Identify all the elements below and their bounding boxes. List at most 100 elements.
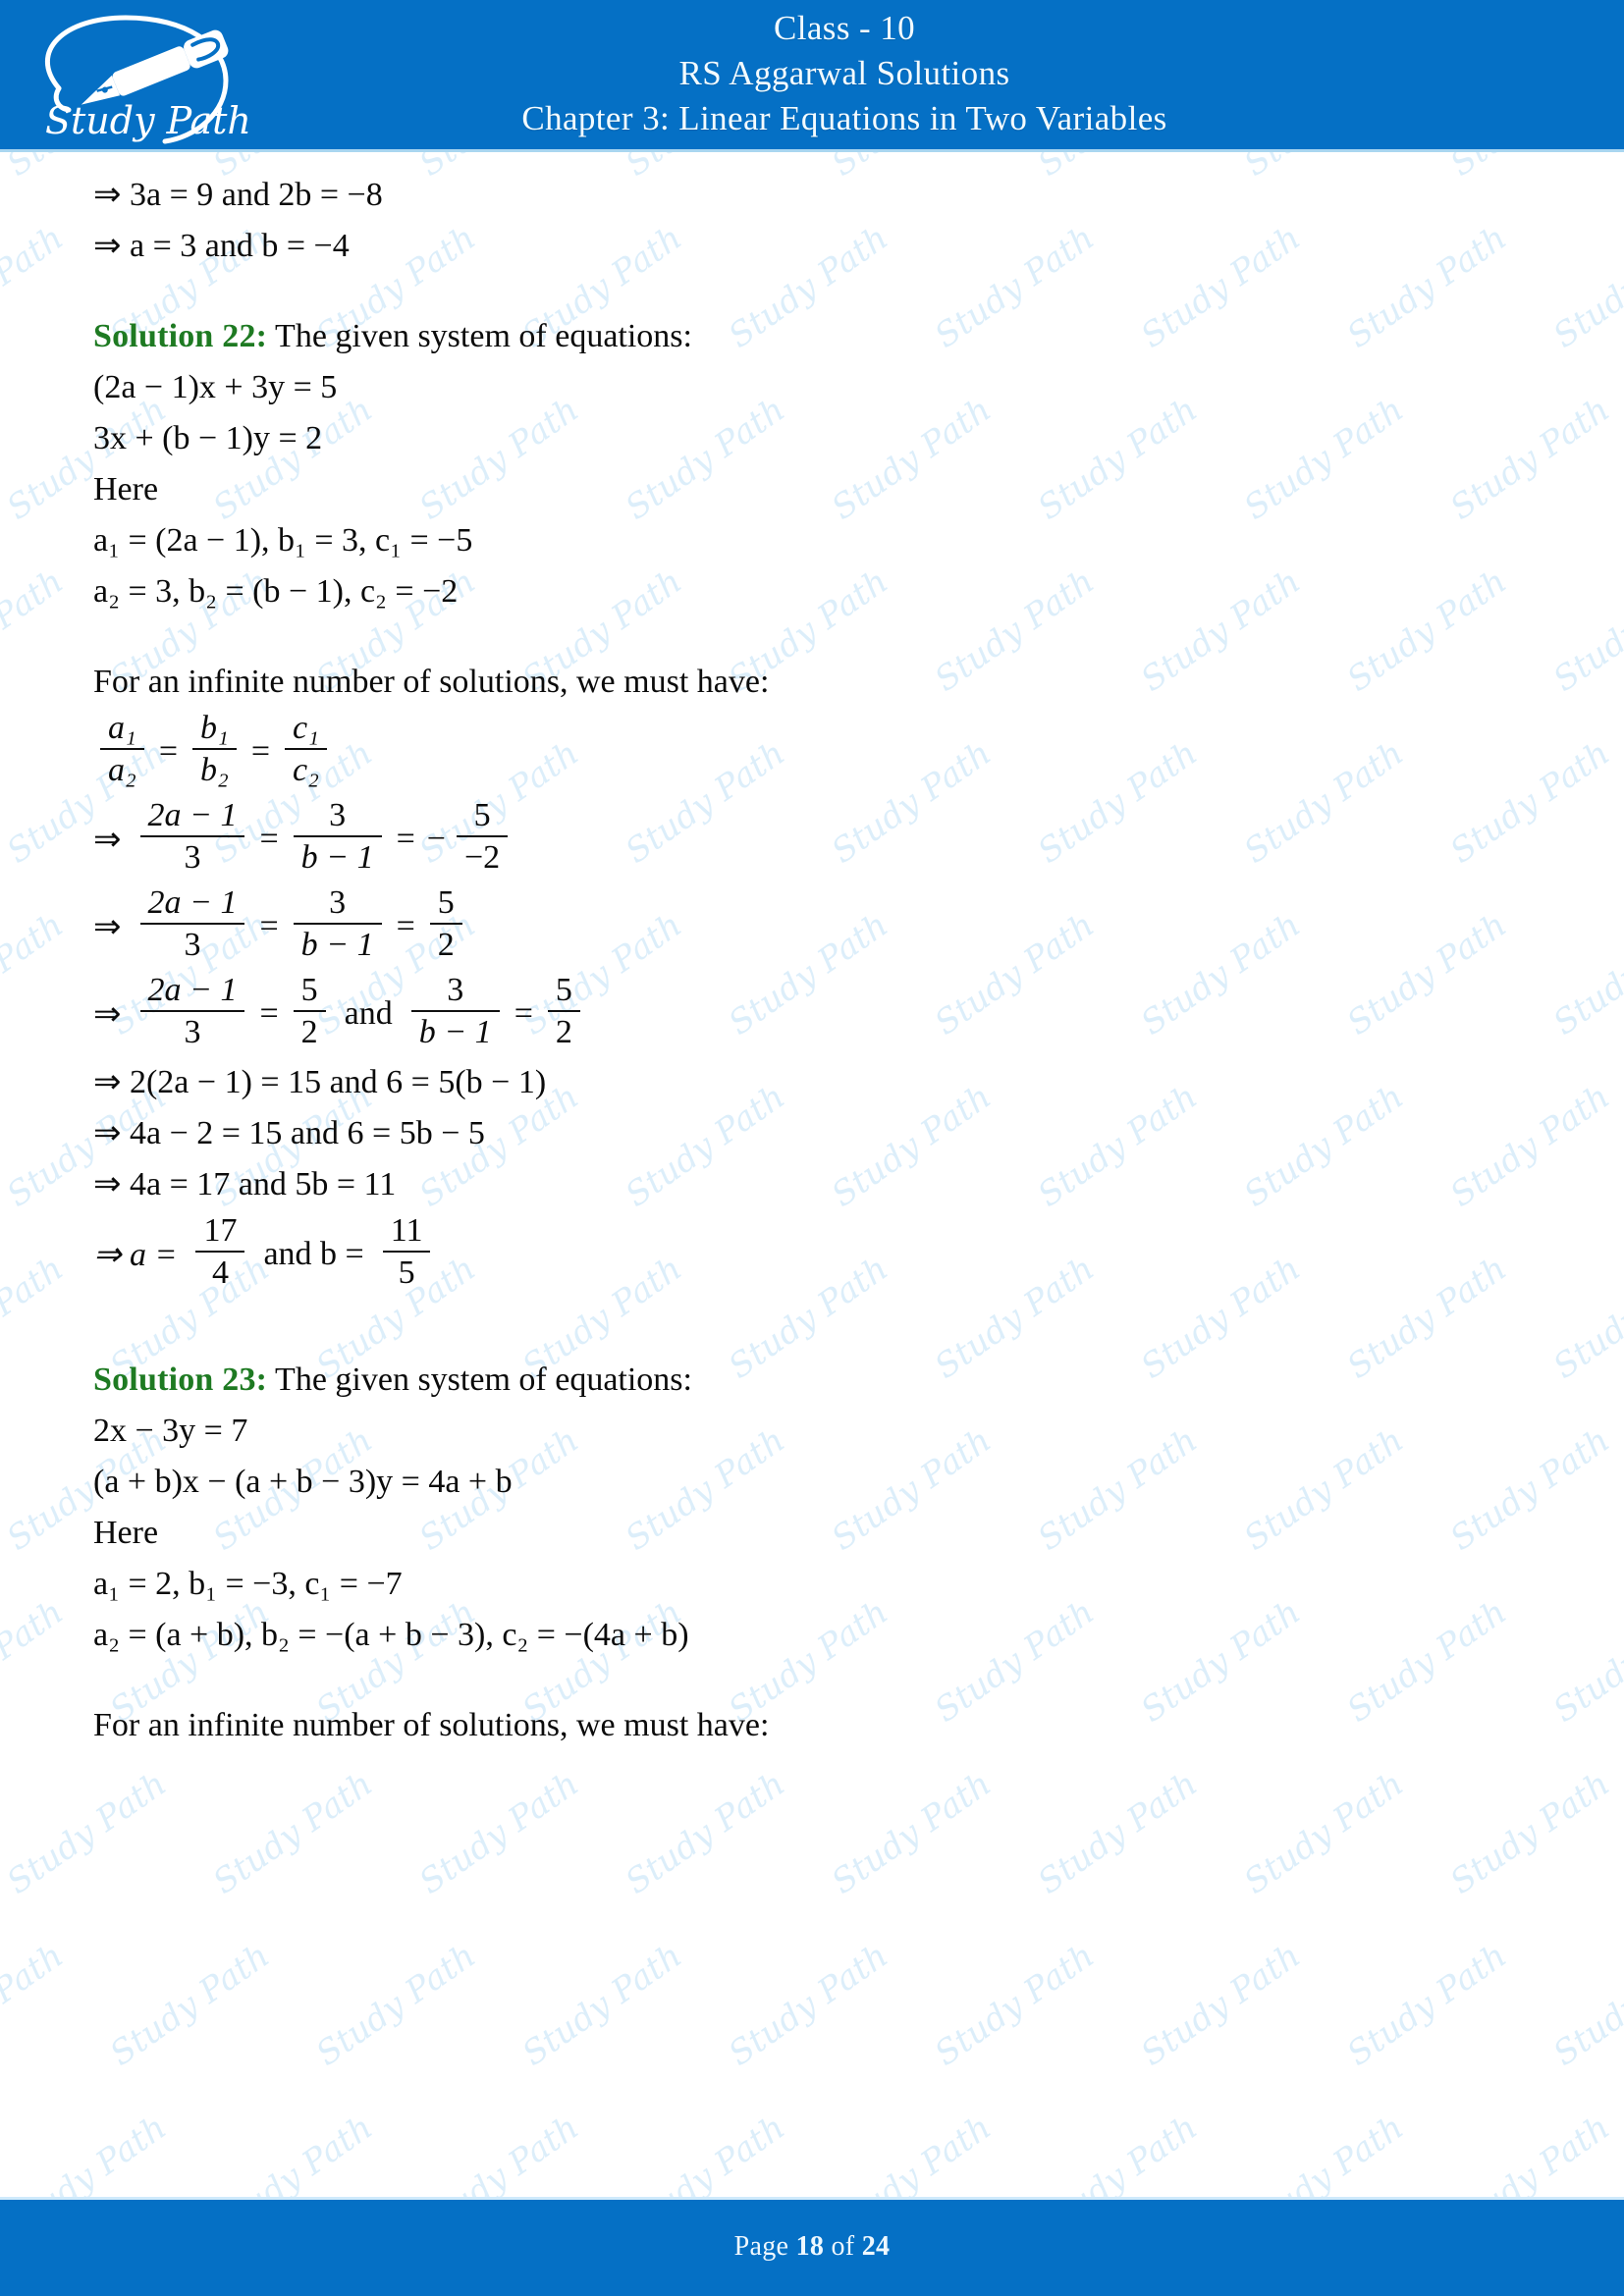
solution-22-ratio: a₁ a₂ = b₁ b₂ = c₁ c₂	[93, 708, 1531, 795]
equals-sign: =	[259, 994, 279, 1032]
header-line-chapter: Chapter 3: Linear Equations in Two Varia…	[521, 99, 1167, 138]
equals-sign: =	[158, 732, 179, 770]
equals-sign: =	[396, 907, 415, 944]
solution-22-step-4: ⇒ 2(2a − 1) = 15 and 6 = 5(b − 1)	[93, 1064, 547, 1100]
equals-sign: =	[514, 994, 533, 1032]
watermark-text: Study Path	[928, 1936, 1102, 2074]
watermark-text: Study Path	[0, 1936, 71, 2073]
fraction: 5 −2	[456, 799, 509, 875]
watermark-text: Study Path	[1340, 1936, 1514, 2074]
fraction: 3 b − 1	[410, 974, 500, 1049]
solution-23-coeff-2: a₂ = (a + b), b₂ = −(a + b − 3), c₂ = −(…	[93, 1617, 689, 1653]
fraction: 17 4	[195, 1214, 245, 1290]
equals-sign: =	[259, 907, 279, 944]
solution-23-coeff-1: a₁ = 2, b₁ = −3, c₁ = −7	[93, 1566, 403, 1602]
watermark-text: Study Path	[1031, 2108, 1205, 2197]
watermark-text: Study Path	[825, 1764, 999, 1902]
fraction: 2a − 1 3	[139, 799, 245, 875]
watermark-text: Study Path	[722, 1936, 895, 2074]
header-title-group: Class - 10 RS Aggarwal Solutions Chapter…	[412, 6, 1276, 142]
implies-arrow: ⇒	[93, 821, 122, 858]
solution-22-here: Here	[93, 471, 159, 507]
solution-23-label: Solution 23:	[93, 1362, 268, 1398]
conjunction: and	[344, 994, 393, 1032]
document-body: ⇒ 3a = 9 and 2b = −8 ⇒ a = 3 and b = −4 …	[0, 152, 1624, 1751]
fraction: 5 2	[293, 974, 326, 1049]
fraction: 5 2	[547, 974, 580, 1049]
fraction: b₁ b₂	[192, 712, 237, 787]
fraction: 3 b − 1	[293, 799, 382, 875]
fraction: a₁ a₂	[100, 712, 144, 787]
page-current: 18	[795, 2231, 825, 2262]
fraction: 5 2	[429, 886, 462, 962]
header-line-class: Class - 10	[774, 9, 915, 47]
study-path-logo: Study Path	[18, 4, 263, 149]
page-middle: of	[824, 2231, 862, 2262]
solution-23-intro: The given system of equations:	[267, 1362, 692, 1398]
watermark-text: Study Path	[1134, 1936, 1308, 2074]
watermark-text: Study Path	[0, 2108, 174, 2197]
page-footer: Page 18 of 24	[0, 2197, 1624, 2296]
watermark-text: Study Path	[515, 1936, 689, 2074]
solution-22-step-5: ⇒ 4a − 2 = 15 and 6 = 5b − 5	[93, 1115, 485, 1151]
solution-22-condition: For an infinite number of solutions, we …	[93, 664, 770, 700]
solution-22-step-3: ⇒ 2a − 1 3 = 5 2 and 3 b − 1 = 5 2	[93, 970, 1531, 1057]
conjunction: and b =	[263, 1235, 364, 1272]
fraction: 2a − 1 3	[139, 886, 245, 962]
watermark-text: Study Path	[1443, 1764, 1617, 1902]
solution-22-step-1: ⇒ 2a − 1 3 = 3 b − 1 = − 5 −2	[93, 795, 1531, 882]
watermark-text: Study Path	[825, 2108, 999, 2197]
step-line: ⇒ a = 3 and b = −4	[93, 228, 350, 264]
equals-sign: =	[259, 820, 279, 857]
step-line: ⇒ 3a = 9 and 2b = −8	[93, 177, 383, 213]
page-total: 24	[861, 2231, 891, 2262]
header-line-book: RS Aggarwal Solutions	[678, 54, 1010, 93]
solution-22-final-answer: ⇒ a = 17 4 and b = 11 5	[93, 1210, 1531, 1298]
solution-23-here: Here	[93, 1515, 159, 1551]
watermark-text: Study Path	[619, 1764, 792, 1902]
implies-arrow-with-variable: ⇒ a =	[93, 1236, 178, 1273]
watermark-text: Study Path	[206, 2108, 380, 2197]
solution-22-intro: The given system of equations:	[267, 318, 692, 354]
fraction: 11 5	[382, 1214, 431, 1290]
solution-23-condition: For an infinite number of solutions, we …	[93, 1707, 770, 1743]
solution-22-label: Solution 22:	[93, 318, 268, 354]
fraction: 3 b − 1	[293, 886, 382, 962]
solution-22-heading: Solution 22: The given system of equatio…	[93, 311, 1531, 362]
watermark-text: Study Path	[103, 1936, 277, 2074]
watermark-text: Study Path	[412, 2108, 586, 2197]
implies-arrow: ⇒	[93, 995, 122, 1033]
watermark-text: Study Path	[206, 1764, 380, 1902]
watermark-text: Study Path	[309, 1936, 483, 2074]
fraction: c₁ c₂	[285, 712, 327, 787]
solution-23-heading: Solution 23: The given system of equatio…	[93, 1355, 1531, 1406]
logo-text: Study Path	[45, 99, 251, 142]
solution-22-step-2: ⇒ 2a − 1 3 = 3 b − 1 = 5 2	[93, 882, 1531, 970]
watermark-text: Study Path	[1031, 1764, 1205, 1902]
solution-23-equation-2: (a + b)x − (a + b − 3)y = 4a + b	[93, 1464, 513, 1500]
solution-22-step-6: ⇒ 4a = 17 and 5b = 11	[93, 1166, 397, 1202]
page-header: Study Path Class - 10 RS Aggarwal Soluti…	[0, 0, 1624, 152]
equals-sign: =	[250, 732, 271, 770]
solution-22-coeff-2: a₂ = 3, b₂ = (b − 1), c₂ = −2	[93, 573, 459, 610]
equals-sign: =	[396, 820, 415, 857]
watermark-text: Study Path	[1546, 1936, 1624, 2074]
solution-22-equation-2: 3x + (b − 1)y = 2	[93, 420, 323, 456]
watermark-text: Study Path	[0, 1764, 174, 1902]
page-prefix: Page	[733, 2231, 796, 2262]
watermark-text: Study Path	[412, 1764, 586, 1902]
minus-sign: −	[426, 820, 446, 857]
page-number: Page 18 of 24	[0, 2231, 1624, 2263]
watermark-text: Study Path	[1237, 1764, 1411, 1902]
implies-arrow: ⇒	[93, 908, 122, 945]
watermark-text: Study Path	[1443, 2108, 1617, 2197]
fraction: 2a − 1 3	[139, 974, 245, 1049]
watermark-text: Study Path	[1237, 2108, 1411, 2197]
solution-23-equation-1: 2x − 3y = 7	[93, 1413, 248, 1449]
solution-22-coeff-1: a₁ = (2a − 1), b₁ = 3, c₁ = −5	[93, 522, 473, 559]
watermark-text: Study Path	[619, 2108, 792, 2197]
